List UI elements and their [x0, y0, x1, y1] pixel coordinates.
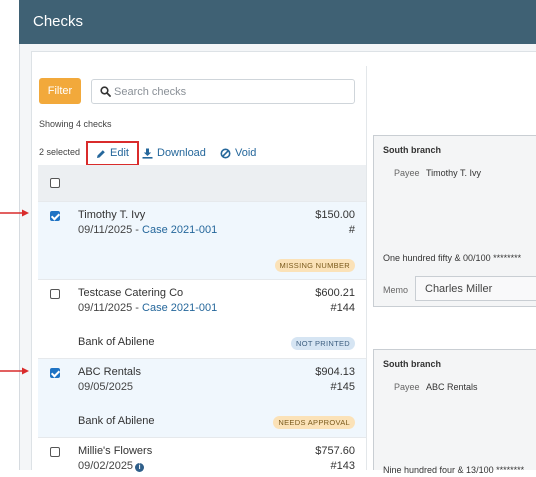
memo-field[interactable]: Charles Miller: [415, 276, 536, 301]
void-button[interactable]: Void: [220, 141, 256, 166]
page-title: Checks: [33, 13, 84, 30]
status-badge: NOT PRINTED: [291, 337, 355, 350]
bank-name: Bank of Abilene: [78, 415, 155, 427]
preview-payee-label: Payee: [394, 382, 420, 392]
search-box[interactable]: [91, 79, 355, 104]
preview-amount-words: Nine hundred four & 13/100 ********: [383, 465, 525, 475]
annotation-arrow: [0, 209, 29, 217]
row-checkbox[interactable]: [50, 447, 60, 457]
check-row[interactable]: Millie's Flowers 09/02/2025 i $757.60 #14…: [38, 437, 366, 477]
check-amount: $904.13: [315, 366, 355, 378]
preview-payee: ABC Rentals: [426, 382, 478, 392]
date-value: 09/11/2025: [78, 224, 133, 236]
list-header: [38, 165, 366, 201]
edit-button[interactable]: Edit: [86, 141, 139, 166]
check-row[interactable]: ABC Rentals 09/05/2025 $904.13 #145 Bank…: [38, 358, 366, 437]
search-icon: [100, 86, 111, 97]
status-badge: MISSING NUMBER: [274, 259, 355, 272]
check-number: #144: [330, 302, 355, 314]
check-payee: ABC Rentals: [78, 366, 141, 378]
search-input[interactable]: [114, 83, 344, 100]
date-separator: -: [132, 224, 143, 236]
check-amount: $600.21: [315, 287, 355, 299]
check-date: 09/02/2025 i: [78, 460, 145, 472]
preview-branch: South branch: [383, 359, 441, 369]
info-icon[interactable]: i: [135, 463, 145, 472]
check-number: #: [348, 224, 355, 236]
check-preview: South branch Payee Timothy T. Ivy One hu…: [373, 135, 536, 307]
check-preview: South branch Payee ABC Rentals Nine hund…: [373, 349, 536, 475]
preview-branch: South branch: [383, 145, 441, 155]
check-amount: $150.00: [315, 209, 355, 221]
ban-icon: [220, 148, 231, 159]
preview-amount-words: One hundred fifty & 00/100 ********: [383, 253, 522, 263]
row-checkbox[interactable]: [50, 368, 60, 378]
date-value: 09/11/2025: [78, 302, 133, 314]
pencil-icon: [97, 149, 105, 158]
row-checkbox[interactable]: [50, 211, 60, 221]
preview-payee-label: Payee: [394, 168, 420, 178]
case-link[interactable]: Case 2021-001: [142, 224, 217, 236]
check-date: 09/11/2025 - Case 2021-001: [78, 224, 217, 236]
check-date: 09/05/2025: [78, 381, 134, 393]
date-separator: -: [132, 302, 143, 314]
date-value: 09/02/2025: [78, 460, 134, 472]
showing-count: Showing 4 checks: [39, 119, 112, 129]
check-date: 09/11/2025 - Case 2021-001: [78, 302, 217, 314]
page-header: Checks: [19, 0, 536, 44]
select-all-checkbox[interactable]: [50, 178, 60, 188]
preview-payee: Timothy T. Ivy: [426, 168, 482, 178]
download-label: Download: [157, 147, 206, 159]
edit-label: Edit: [110, 147, 129, 159]
download-button[interactable]: Download: [142, 141, 206, 166]
annotation-arrow: [0, 367, 29, 375]
filter-button[interactable]: Filter: [39, 78, 81, 104]
check-payee: Millie's Flowers: [78, 445, 153, 457]
check-row[interactable]: Testcase Catering Co 09/11/2025 - Case 2…: [38, 279, 366, 358]
status-badge: NEEDS APPROVAL: [273, 416, 355, 429]
check-number: #143: [330, 460, 355, 472]
selected-count: 2 selected: [39, 147, 81, 157]
check-row[interactable]: Timothy T. Ivy 09/11/2025 - Case 2021-00…: [38, 201, 366, 279]
check-payee: Timothy T. Ivy: [78, 209, 146, 221]
case-link[interactable]: Case 2021-001: [142, 302, 217, 314]
preview-memo-label: Memo: [383, 285, 409, 295]
panel-divider: [366, 66, 367, 470]
check-amount: $757.60: [315, 445, 355, 457]
download-icon: [142, 148, 153, 159]
void-label: Void: [235, 147, 257, 159]
bank-name: Bank of Abilene: [78, 336, 155, 348]
memo-value: Charles Miller: [425, 283, 493, 295]
check-payee: Testcase Catering Co: [78, 287, 184, 299]
check-number: #145: [330, 381, 355, 393]
checks-list: Timothy T. Ivy 09/11/2025 - Case 2021-00…: [38, 165, 366, 472]
row-checkbox[interactable]: [50, 289, 60, 299]
